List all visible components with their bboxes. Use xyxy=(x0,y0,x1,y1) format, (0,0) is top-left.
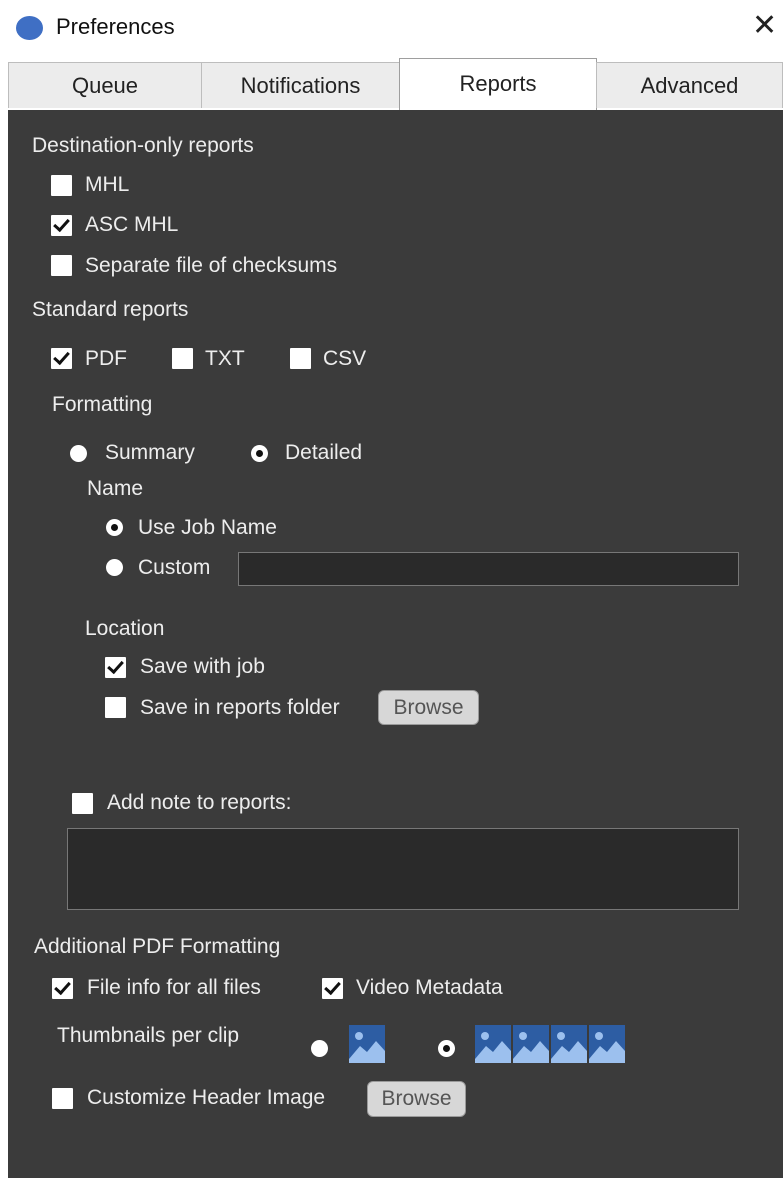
save-in-reports-folder-label: Save in reports folder xyxy=(140,696,340,719)
close-icon[interactable]: ✕ xyxy=(752,8,777,43)
use-job-name-label: Use Job Name xyxy=(138,516,277,539)
thumbnail-icon xyxy=(475,1025,511,1063)
pdf-label: PDF xyxy=(85,347,127,370)
four-thumbnails-radio[interactable] xyxy=(438,1040,455,1057)
save-in-reports-folder-checkbox[interactable] xyxy=(105,697,126,718)
custom-radio[interactable] xyxy=(106,559,123,576)
tab-reports[interactable]: Reports xyxy=(399,58,597,110)
mhl-label: MHL xyxy=(85,173,130,196)
destination-only-heading: Destination-only reports xyxy=(32,134,254,157)
location-heading: Location xyxy=(85,617,165,640)
video-metadata-checkbox[interactable] xyxy=(322,978,343,999)
window-title: Preferences xyxy=(56,14,175,39)
tab-notifications[interactable]: Notifications xyxy=(201,62,400,108)
thumbnails-per-clip-label: Thumbnails per clip xyxy=(57,1024,240,1047)
custom-name-input[interactable] xyxy=(238,552,739,586)
save-with-job-label: Save with job xyxy=(140,655,265,678)
use-job-name-radio[interactable] xyxy=(106,519,123,536)
thumbnail-icon xyxy=(589,1025,625,1063)
app-circle-icon xyxy=(16,16,43,40)
detailed-radio[interactable] xyxy=(251,445,268,462)
summary-radio[interactable] xyxy=(70,445,87,462)
txt-label: TXT xyxy=(205,347,245,370)
thumbnail-icon xyxy=(551,1025,587,1063)
mhl-checkbox[interactable] xyxy=(51,175,72,196)
pdf-checkbox[interactable] xyxy=(51,348,72,369)
csv-checkbox[interactable] xyxy=(290,348,311,369)
detailed-label: Detailed xyxy=(285,441,363,464)
title-bar: Preferences ✕ xyxy=(0,0,783,58)
tab-advanced[interactable]: Advanced xyxy=(596,62,783,108)
file-info-checkbox[interactable] xyxy=(52,978,73,999)
separate-checksums-checkbox[interactable] xyxy=(51,255,72,276)
csv-label: CSV xyxy=(323,347,367,370)
custom-label: Custom xyxy=(138,556,211,579)
single-thumbnail-icon xyxy=(349,1025,385,1063)
video-metadata-label: Video Metadata xyxy=(356,976,503,999)
add-note-checkbox[interactable] xyxy=(72,793,93,814)
note-textarea[interactable] xyxy=(67,828,739,910)
add-note-label: Add note to reports: xyxy=(107,791,292,814)
asc-mhl-checkbox[interactable] xyxy=(51,215,72,236)
separate-checksums-label: Separate file of checksums xyxy=(85,254,338,277)
one-thumbnail-radio[interactable] xyxy=(311,1040,328,1057)
standard-reports-heading: Standard reports xyxy=(32,298,189,321)
name-heading: Name xyxy=(87,477,144,500)
customize-header-label: Customize Header Image xyxy=(87,1086,326,1109)
customize-header-checkbox[interactable] xyxy=(52,1088,73,1109)
file-info-label: File info for all files xyxy=(87,976,261,999)
tab-queue[interactable]: Queue xyxy=(8,62,202,108)
tab-bar: Queue Notifications Reports Advanced xyxy=(0,58,783,110)
asc-mhl-label: ASC MHL xyxy=(85,213,179,236)
save-with-job-checkbox[interactable] xyxy=(105,657,126,678)
header-image-browse-button[interactable]: Browse xyxy=(367,1081,466,1117)
txt-checkbox[interactable] xyxy=(172,348,193,369)
formatting-heading: Formatting xyxy=(52,393,153,416)
reports-folder-browse-button[interactable]: Browse xyxy=(378,690,479,725)
summary-label: Summary xyxy=(105,441,195,464)
thumbnail-icon xyxy=(513,1025,549,1063)
additional-pdf-heading: Additional PDF Formatting xyxy=(34,935,281,958)
